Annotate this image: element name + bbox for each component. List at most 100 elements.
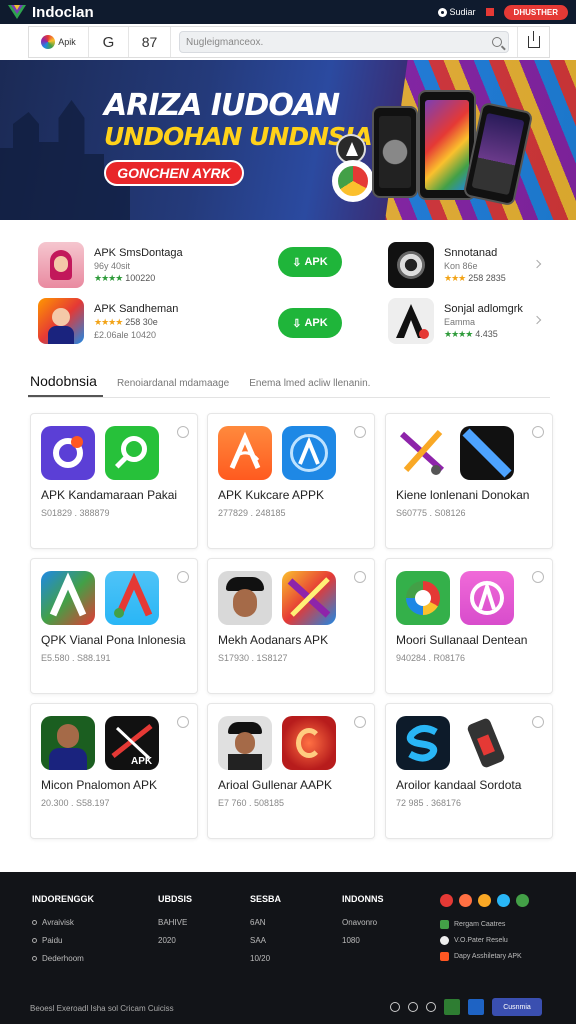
footer-col-2: UBDSIS BAHIVE 2020: [158, 894, 192, 954]
app-card[interactable]: APK Kandamaraan Pakai S01829 . 388879: [30, 413, 198, 549]
card-meta: 940284 . R08176: [396, 653, 466, 663]
app-card[interactable]: QPK Vianal Pona Inlonesia E5.580 . S88.1…: [30, 558, 198, 694]
card-title: Mekh Aodanars APK: [218, 633, 329, 647]
nav-g-button[interactable]: G: [89, 27, 129, 57]
whatsapp-icon[interactable]: [516, 894, 529, 907]
app-icon: [41, 571, 95, 625]
footer-app-link[interactable]: Dapy Asshiletary APK: [440, 952, 522, 961]
footer-link[interactable]: Paidu: [32, 936, 94, 945]
app-icon: APK: [105, 716, 159, 770]
rating-value: 258 2835: [468, 272, 506, 283]
hero-banner[interactable]: ARIZA IUDOAN UNDOHAN UNDNSIA' GONCHEN AY…: [0, 60, 576, 220]
footer-link[interactable]: 6AN: [250, 918, 281, 927]
select-radio[interactable]: [177, 716, 189, 728]
tab-nodobnsia[interactable]: Nodobnsia: [28, 373, 103, 397]
select-radio[interactable]: [177, 426, 189, 438]
share-button[interactable]: [517, 27, 549, 57]
app-card[interactable]: Moori Sullanaal Dentean 940284 . R08176: [385, 558, 553, 694]
card-meta: 20.300 . S58.197: [41, 798, 110, 808]
tab-enema[interactable]: Enema lmed acliw llenanin.: [249, 378, 376, 397]
select-radio[interactable]: [354, 716, 366, 728]
select-radio[interactable]: [177, 571, 189, 583]
clock-icon[interactable]: [426, 1002, 436, 1012]
card-title: Kiene lonlenani Donokan: [396, 488, 530, 502]
twitter-icon[interactable]: [497, 894, 510, 907]
brand-name[interactable]: Indoclan: [32, 4, 94, 21]
download-icon: ⇩: [292, 317, 302, 330]
top-cta-button[interactable]: DHUSTHER: [503, 4, 568, 20]
nav-num-button[interactable]: 87: [129, 27, 171, 57]
app-card[interactable]: Mekh Aodanars APK S17930 . 1S8127: [207, 558, 375, 694]
top-link-flag[interactable]: [485, 8, 494, 16]
store-badge-button[interactable]: Cusnmia: [492, 998, 542, 1016]
card-title: Arioal Gullenar AAPK: [218, 778, 333, 792]
nav-logo[interactable]: Apik: [29, 27, 89, 57]
app-badge-icon[interactable]: [444, 999, 460, 1015]
facebook-badge-icon[interactable]: [468, 999, 484, 1015]
svg-text:APK: APK: [131, 756, 153, 767]
stars-icon: ★★★★: [94, 316, 123, 327]
chevron-right-icon[interactable]: [532, 259, 542, 269]
footer-link[interactable]: 1080: [342, 936, 384, 945]
facebook-icon[interactable]: [440, 894, 453, 907]
select-radio[interactable]: [354, 571, 366, 583]
footer-app-link[interactable]: Rergam Caatres: [440, 920, 522, 929]
featured-item[interactable]: APK Sandheman ★★★★ 258 30e £2.06ale 10420: [38, 298, 178, 344]
footer-link[interactable]: BAHIVE: [158, 918, 192, 927]
target-icon: [437, 7, 447, 17]
app-icon: [105, 571, 159, 625]
app-thumbnail: [388, 242, 434, 288]
footer-bottom-icons: Cusnmia: [390, 998, 542, 1016]
top-link-sudiar[interactable]: Sudiar: [437, 7, 476, 17]
app-card[interactable]: Aroilor kandaal Sordota 72 985 . 368176: [385, 703, 553, 839]
android-icon: [440, 952, 449, 961]
footer-link[interactable]: 10/20: [250, 954, 281, 963]
footer-link[interactable]: Dederhoom: [32, 954, 94, 963]
social-icons: [440, 894, 529, 907]
featured-item[interactable]: Sonjal adlomgrk Eamma ★★★★ 4.435: [388, 298, 523, 344]
brand-logo-icon[interactable]: [8, 5, 26, 19]
app-card[interactable]: Arioal Gullenar AAPK E7 760 . 508185: [207, 703, 375, 839]
tab-renoiardanal[interactable]: Renoiardanal mdamaage: [117, 378, 235, 397]
search-icon[interactable]: [492, 37, 502, 47]
featured-text: Sonjal adlomgrk Eamma ★★★★ 4.435: [444, 303, 523, 340]
select-radio[interactable]: [532, 426, 544, 438]
featured-item[interactable]: Snnotanad Kon 86e ★★★ 258 2835: [388, 242, 506, 288]
featured-text: APK Sandheman ★★★★ 258 30e £2.06ale 10420: [94, 303, 178, 340]
app-thumbnail: [38, 298, 84, 344]
app-icon: [218, 426, 272, 480]
featured-sub: 96y 40sit: [94, 260, 131, 271]
apk-download-button[interactable]: ⇩ APK: [278, 308, 342, 338]
featured-sub: £2.06ale 10420: [94, 329, 157, 340]
featured-title: Snnotanad: [444, 246, 498, 259]
chevron-right-icon[interactable]: [532, 315, 542, 325]
select-radio[interactable]: [354, 426, 366, 438]
apk-logo-icon: [396, 304, 429, 339]
footer-link[interactable]: Onavonro: [342, 918, 384, 927]
apk-download-button[interactable]: ⇩ APK: [278, 247, 342, 277]
footer-app-link[interactable]: V.O.Pater Reselu: [440, 936, 522, 945]
tablet-device: [372, 106, 418, 198]
footer-col-1: INDORENGGK Avraivisk Paidu Dederhoom: [32, 894, 94, 972]
drop-icon[interactable]: [390, 1002, 400, 1012]
rss-icon[interactable]: [478, 894, 491, 907]
select-radio[interactable]: [532, 716, 544, 728]
stars-icon: ★★★★: [94, 272, 123, 283]
rating-stars: ★★★★ 4.435: [444, 329, 523, 340]
footer-link[interactable]: 2020: [158, 936, 192, 945]
banner-cta-button[interactable]: GONCHEN AYRK: [104, 160, 244, 186]
footer-link[interactable]: Avraivisk: [32, 918, 94, 927]
globe-icon[interactable]: [408, 1002, 418, 1012]
app-card[interactable]: APK Micon Pnalomon APK 20.300 . S58.197: [30, 703, 198, 839]
app-card[interactable]: APK Kukcare APPK 277829 . 248185: [207, 413, 375, 549]
chrome-icon: [332, 160, 374, 202]
app-card[interactable]: Kiene lonlenani Donokan S60775 . S08126: [385, 413, 553, 549]
featured-item[interactable]: APK SmsDontaga 96y 40sit ★★★★ 100220: [38, 242, 183, 288]
bullet-icon: [32, 956, 37, 961]
instagram-icon[interactable]: [459, 894, 472, 907]
app-icon: [396, 716, 450, 770]
footer-link[interactable]: SAA: [250, 936, 281, 945]
footer-link-label: Dederhoom: [42, 954, 84, 963]
select-radio[interactable]: [532, 571, 544, 583]
search-input[interactable]: Nugleigmanceox.: [179, 31, 509, 53]
